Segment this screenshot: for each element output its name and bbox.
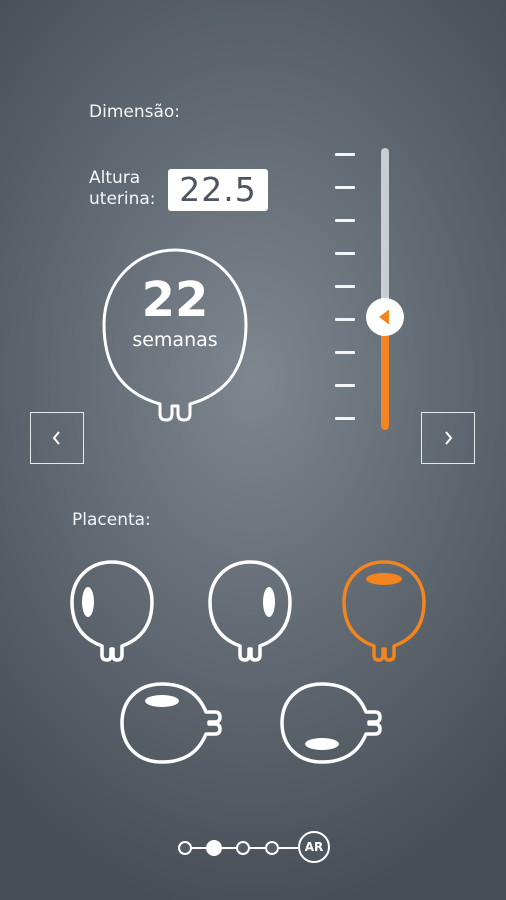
pager-dots xyxy=(178,840,298,856)
gestation-weeks-unit: semanas xyxy=(132,329,218,351)
pager-dot xyxy=(236,841,250,855)
previous-button[interactable] xyxy=(30,412,84,464)
next-button[interactable] xyxy=(421,412,475,464)
uterine-height-label-line1: Altura xyxy=(89,168,141,188)
chevron-right-icon xyxy=(445,431,453,445)
dimension-title: Dimensão: xyxy=(89,102,181,122)
pager-dot xyxy=(265,841,279,855)
ruler-tick xyxy=(335,351,355,354)
ruler-tick xyxy=(335,285,355,288)
pager-dot-active xyxy=(206,840,222,856)
placenta-fundal-option[interactable] xyxy=(340,558,428,664)
ruler-tick xyxy=(335,318,355,321)
ruler-tick xyxy=(335,417,355,420)
placenta-title: Placenta: xyxy=(72,510,151,530)
slider-track-empty[interactable] xyxy=(381,148,389,316)
ar-badge[interactable]: AR xyxy=(298,831,330,863)
ruler-tick xyxy=(335,219,355,222)
uterine-height-label: Altura uterina: xyxy=(89,168,156,210)
uterine-height-value: 22.5 xyxy=(168,169,268,211)
ruler-tick xyxy=(335,153,355,156)
ruler-tick xyxy=(335,252,355,255)
ruler-tick xyxy=(335,384,355,387)
triangle-left-icon xyxy=(379,309,389,325)
placenta-left-option[interactable] xyxy=(68,558,156,664)
placenta-anterior-option[interactable] xyxy=(118,680,224,766)
slider-thumb[interactable] xyxy=(366,298,404,336)
placenta-right-option[interactable] xyxy=(206,558,294,664)
placenta-posterior-option[interactable] xyxy=(278,680,384,766)
uterine-height-label-line2: uterina: xyxy=(89,189,156,209)
gestation-weeks-number: 22 xyxy=(141,272,209,328)
chevron-left-icon xyxy=(52,431,60,445)
pager-dot xyxy=(178,841,192,855)
ruler-tick xyxy=(335,186,355,189)
